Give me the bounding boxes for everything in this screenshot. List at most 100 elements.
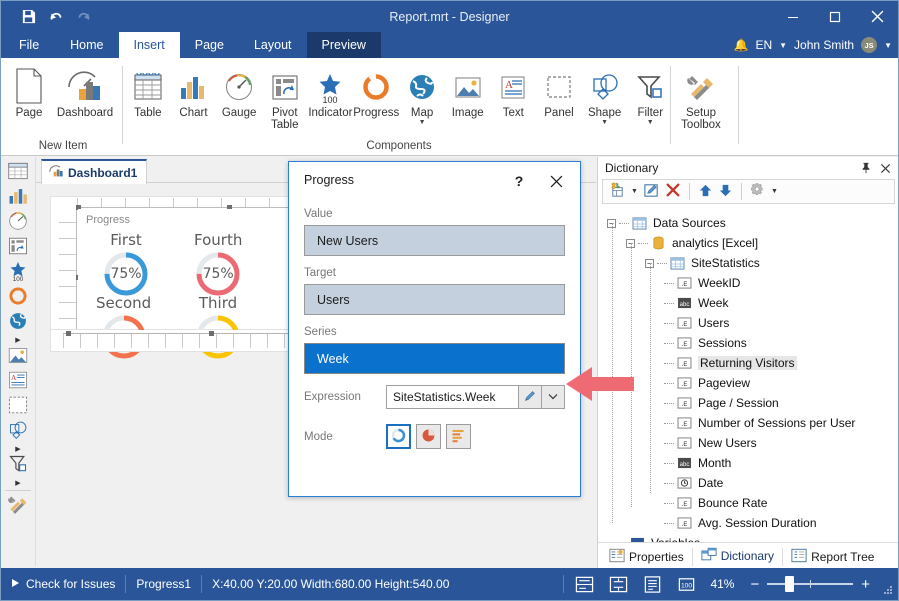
ribbon-button-text[interactable]: A Text — [491, 62, 537, 132]
save-icon[interactable] — [15, 5, 41, 29]
ribbon-tab-preview[interactable]: Preview — [307, 32, 381, 58]
tree-node-data-sources[interactable]: − Data Sources — [598, 213, 899, 233]
tree-node-weekid[interactable]: .E WeekID — [598, 273, 899, 293]
ribbon-button-progress[interactable]: Progress — [353, 62, 399, 132]
zoom-thumb[interactable] — [785, 576, 794, 592]
progress-dialog[interactable]: Progress ? Value New Users Target Users … — [288, 161, 581, 497]
zoom-out-button[interactable]: − — [750, 576, 767, 593]
tree-node-month[interactable]: abc Month — [598, 453, 899, 473]
zoom-slider[interactable]: − + — [744, 576, 876, 593]
target-field[interactable]: Users — [304, 284, 565, 315]
tree-node-sessions-per-user[interactable]: .E Number of Sessions per User — [598, 413, 899, 433]
zoom-100-icon[interactable]: 100 — [676, 574, 696, 594]
ribbon-tab-layout[interactable]: Layout — [239, 32, 307, 58]
zoom-track[interactable] — [767, 583, 853, 585]
ribbon-button-chart[interactable]: Chart — [171, 62, 217, 132]
value-field[interactable]: New Users — [304, 225, 565, 256]
tree-node-analytics[interactable]: − analytics [Excel] — [598, 233, 899, 253]
ribbon-button-setup-toolbox[interactable]: Setup Toolbox — [673, 62, 729, 132]
toolbox-shape-button[interactable] — [3, 419, 33, 444]
ribbon-tab-insert[interactable]: Insert — [119, 32, 180, 58]
toolbox-pivot-table-button[interactable] — [3, 235, 33, 260]
ribbon-button-panel[interactable]: Panel — [536, 62, 582, 132]
ribbon-button-image[interactable]: Image — [445, 62, 491, 132]
series-field[interactable]: Week — [304, 343, 565, 374]
tree-node-variables[interactable]: UAR Variables — [598, 533, 899, 542]
ribbon-tab-page[interactable]: Page — [180, 32, 239, 58]
ribbon-button-table[interactable]: Table — [125, 62, 171, 132]
notifications-icon[interactable]: 🔔 — [734, 38, 749, 52]
move-down-icon[interactable] — [718, 183, 733, 201]
ribbon-button-shape[interactable]: Shape ▼ — [582, 62, 628, 132]
tree-node-bounce-rate[interactable]: .E Bounce Rate — [598, 493, 899, 513]
tree-node-pageview[interactable]: .E Pageview — [598, 373, 899, 393]
tree-node-new-users[interactable]: .E New Users — [598, 433, 899, 453]
tab-report-tree[interactable]: Report Tree — [787, 544, 878, 570]
align-horizontal-icon[interactable] — [574, 574, 594, 594]
chevron-down-icon[interactable]: ▼ — [419, 119, 426, 127]
toolbox-image-button[interactable] — [3, 344, 33, 369]
gauge-fourth[interactable]: Fourth 75% — [194, 232, 242, 298]
toolbox-filter-button[interactable] — [3, 453, 33, 478]
toolbox-shape-chevron-down-icon[interactable]: ▶ — [3, 444, 33, 453]
align-vertical-icon[interactable] — [608, 574, 628, 594]
tree-node-users[interactable]: .E Users — [598, 313, 899, 333]
expression-dropdown-button[interactable] — [542, 385, 565, 409]
toolbox-map-chevron-down-icon[interactable]: ▶ — [3, 335, 33, 344]
zoom-in-button[interactable]: + — [853, 576, 870, 593]
chevron-down-icon[interactable]: ▼ — [601, 119, 608, 127]
avatar[interactable]: JS — [861, 37, 877, 53]
ribbon-button-gauge[interactable]: Gauge — [216, 62, 262, 132]
resize-grip-icon[interactable] — [882, 584, 894, 596]
mode-bar-button[interactable] — [446, 424, 471, 449]
edit-icon[interactable] — [643, 182, 660, 202]
page-view-icon[interactable] — [642, 574, 662, 594]
ribbon-button-pivot-table[interactable]: Pivot Table — [262, 62, 308, 132]
move-up-icon[interactable] — [698, 183, 713, 201]
toolbox-panel-button[interactable] — [3, 394, 33, 419]
tree-node-week[interactable]: abc Week — [598, 293, 899, 313]
gear-icon[interactable] — [750, 182, 766, 201]
undo-icon[interactable] — [43, 5, 69, 29]
toolbox-filter-chevron-down-icon[interactable]: ▶ — [3, 478, 33, 487]
toolbox-indicator-button[interactable]: 100 — [3, 260, 33, 285]
toolbox-setup-button[interactable] — [3, 494, 33, 519]
delete-icon[interactable] — [665, 182, 681, 201]
tree-node-sessions[interactable]: .E Sessions — [598, 333, 899, 353]
gauge-first[interactable]: First 75% — [102, 232, 150, 298]
chevron-down-icon[interactable]: ▼ — [647, 119, 654, 127]
toolbox-progress-button[interactable] — [3, 285, 33, 310]
ribbon-button-filter[interactable]: Filter ▼ — [627, 62, 673, 132]
toolbox-map-button[interactable] — [3, 310, 33, 335]
dictionary-tree[interactable]: − Data Sources − analytics [Excel] − — [598, 209, 899, 542]
tree-node-page-session[interactable]: .E Page / Session — [598, 393, 899, 413]
ribbon-tab-file[interactable]: File — [1, 32, 55, 58]
mode-pie-button[interactable] — [416, 424, 441, 449]
language-chevron-down-icon[interactable]: ▼ — [779, 41, 787, 50]
pin-icon[interactable] — [857, 159, 875, 177]
new-item-chevron-down-icon[interactable]: ▼ — [631, 188, 638, 195]
close-button[interactable] — [856, 1, 898, 32]
tree-node-avg-session-duration[interactable]: .E Avg. Session Duration — [598, 513, 899, 533]
close-icon[interactable] — [876, 159, 894, 177]
help-button[interactable]: ? — [508, 170, 530, 192]
ribbon-button-page[interactable]: Page — [1, 62, 57, 132]
tree-node-date[interactable]: Date — [598, 473, 899, 493]
toolbox-chart-button[interactable] — [3, 185, 33, 210]
maximize-button[interactable] — [814, 1, 856, 32]
toolbox-table-button[interactable] — [3, 160, 33, 185]
toolbox-text-button[interactable]: A — [3, 369, 33, 394]
expression-input[interactable]: SiteStatistics.Week — [386, 385, 519, 409]
tree-node-sitestatistics[interactable]: − SiteStatistics — [598, 253, 899, 273]
ribbon-tab-home[interactable]: Home — [55, 32, 118, 58]
expression-edit-button[interactable] — [519, 385, 542, 409]
tab-properties[interactable]: Properties — [605, 544, 688, 570]
check-for-issues-button[interactable]: Check for Issues — [1, 577, 125, 591]
minimize-button[interactable] — [772, 1, 814, 32]
mode-ring-button[interactable] — [386, 424, 411, 449]
redo-icon[interactable] — [71, 5, 97, 29]
gear-chevron-down-icon[interactable]: ▼ — [771, 188, 778, 195]
new-item-icon[interactable] — [609, 182, 626, 202]
toolbox-gauge-button[interactable] — [3, 210, 33, 235]
tab-dictionary[interactable]: Dictionary — [697, 544, 778, 570]
